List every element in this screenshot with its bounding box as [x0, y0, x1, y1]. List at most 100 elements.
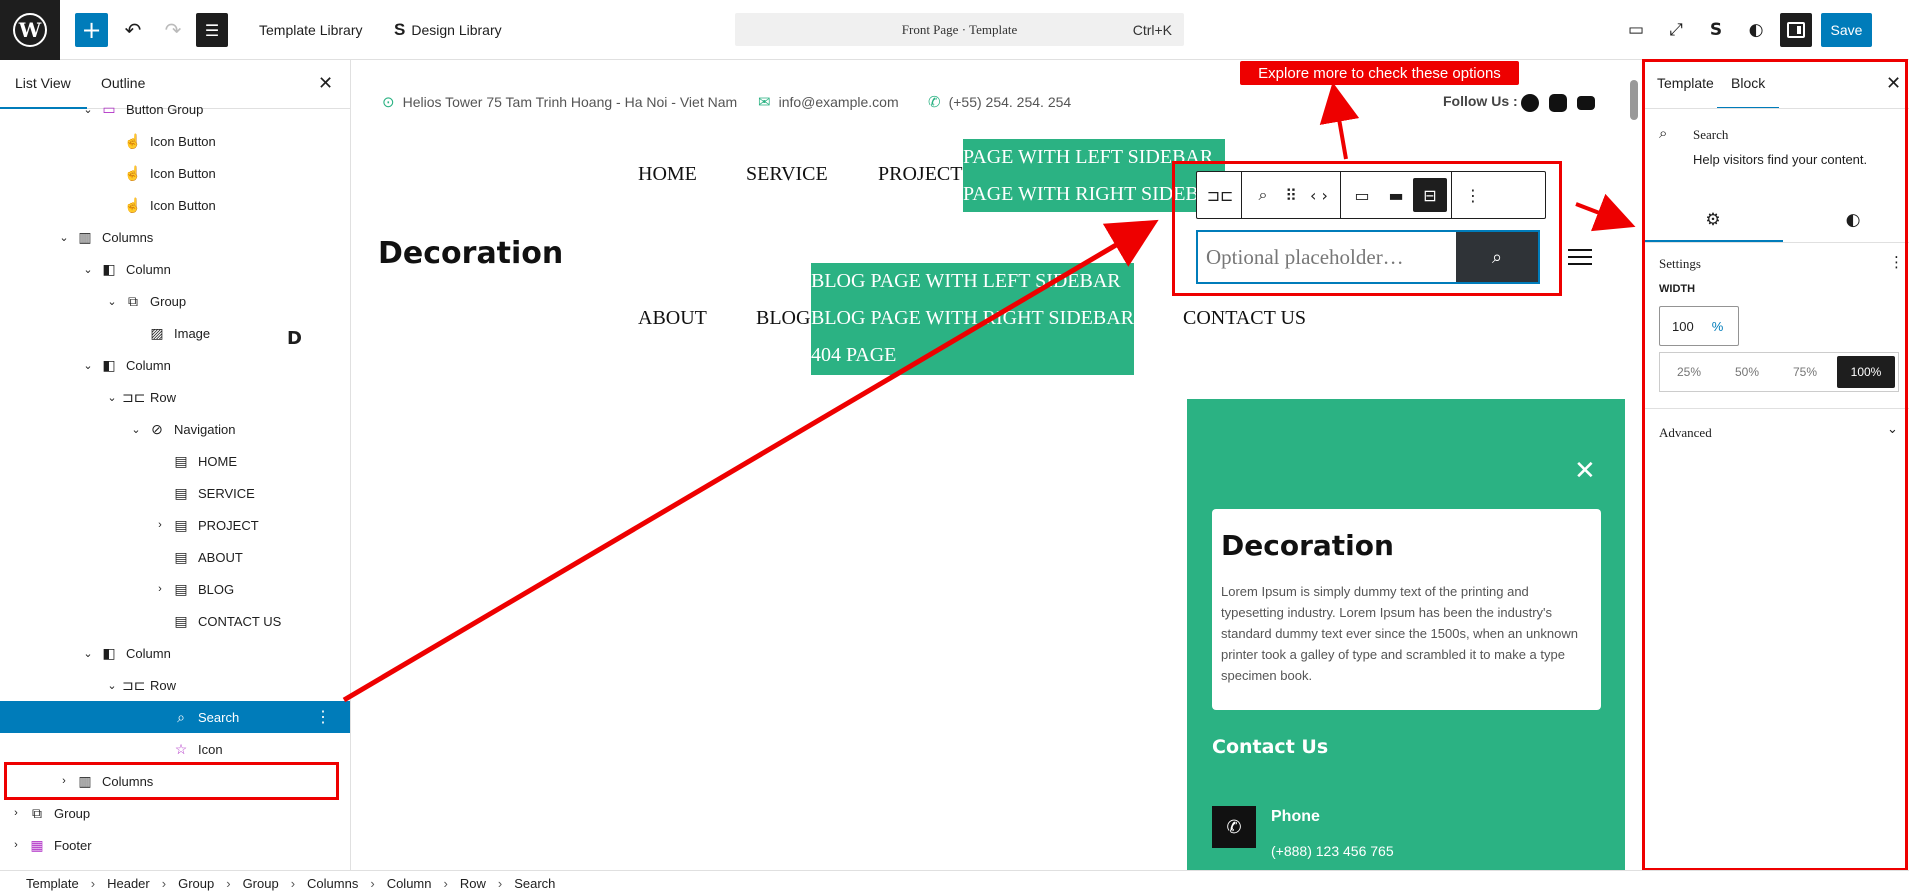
list-item[interactable]: › ⧉ Group: [0, 797, 350, 829]
list-item[interactable]: ⌄ ⧉ Group: [0, 285, 350, 317]
list-item[interactable]: ▤ ABOUT: [0, 541, 350, 573]
nav-about[interactable]: ABOUT: [638, 307, 707, 330]
close-icon[interactable]: ✕: [318, 73, 333, 94]
more-vertical-icon[interactable]: ⋮: [1889, 253, 1904, 271]
chevron-icon[interactable]: ⌄: [102, 391, 122, 404]
chevron-icon[interactable]: ⌄: [78, 263, 98, 276]
chevron-icon[interactable]: ⌄: [126, 423, 146, 436]
open-full-screen-button[interactable]: ⤢: [1662, 15, 1690, 45]
document-overview-button[interactable]: ☰: [196, 13, 228, 47]
breadcrumb-item[interactable]: Header: [107, 876, 150, 891]
block-icon: ☆: [174, 740, 188, 757]
list-item[interactable]: ☝ Icon Button: [0, 189, 350, 221]
submenu-item[interactable]: BLOG PAGE WITH RIGHT SIDEBAR: [811, 300, 1134, 337]
width-input[interactable]: 100 %: [1659, 306, 1739, 346]
breadcrumb-item[interactable]: Group: [178, 876, 214, 891]
preset-25-button[interactable]: 25%: [1660, 353, 1718, 391]
list-item[interactable]: ☝ Icon Button: [0, 125, 350, 157]
list-item[interactable]: ☆ Icon: [0, 733, 350, 765]
chevron-icon[interactable]: ›: [6, 807, 26, 819]
tab-styles[interactable]: ◐: [1783, 198, 1909, 242]
chevron-down-icon[interactable]: ⌄: [1887, 422, 1898, 437]
list-item[interactable]: ⌄ ▥ Columns: [0, 221, 350, 253]
block-icon: ⊐⊏: [122, 676, 146, 693]
list-item[interactable]: › ▤ PROJECT: [0, 509, 350, 541]
preset-75-button[interactable]: 75%: [1776, 353, 1834, 391]
tab-outline[interactable]: Outline: [101, 75, 145, 91]
nav-home[interactable]: HOME: [638, 163, 697, 186]
scrollbar-thumb[interactable]: [1630, 80, 1638, 120]
tab-template[interactable]: Template: [1657, 75, 1714, 91]
list-item[interactable]: ⌄ ◧ Column: [0, 253, 350, 285]
list-item[interactable]: ⌄ ⊐⊏ Row: [0, 669, 350, 701]
more-vertical-icon[interactable]: ⋮: [315, 707, 331, 727]
template-library-button[interactable]: Template Library: [259, 13, 363, 47]
email-info[interactable]: ✉ info@example.com: [758, 93, 899, 111]
list-item[interactable]: ⌄ ◧ Column: [0, 637, 350, 669]
facebook-icon[interactable]: [1521, 94, 1539, 112]
nav-contact[interactable]: CONTACT US: [1183, 307, 1306, 330]
list-item[interactable]: ▤ SERVICE: [0, 477, 350, 509]
submenu-item[interactable]: BLOG PAGE WITH LEFT SIDEBAR: [811, 263, 1134, 300]
breadcrumb-item[interactable]: Row: [460, 876, 486, 891]
styles-button[interactable]: ◐: [1742, 15, 1770, 45]
preset-50-button[interactable]: 50%: [1718, 353, 1776, 391]
nav-blog[interactable]: BLOG: [756, 307, 810, 330]
phone-icon: ✆: [928, 94, 941, 111]
list-item[interactable]: ⌄ ⊐⊏ Row: [0, 381, 350, 413]
list-item[interactable]: ▤ HOME: [0, 445, 350, 477]
phone-info[interactable]: ✆ (+55) 254. 254. 254: [928, 93, 1071, 111]
canvas-scrollbar[interactable]: [1628, 60, 1640, 870]
tab-settings[interactable]: ⚙: [1643, 198, 1783, 242]
list-item[interactable]: ⌕ Search ⋮: [0, 701, 350, 733]
design-library-button[interactable]: S Design Library: [394, 13, 502, 47]
breadcrumb-item[interactable]: Columns: [307, 876, 358, 891]
tab-block[interactable]: Block: [1716, 75, 1780, 109]
list-item[interactable]: › ▦ Footer: [0, 829, 350, 861]
undo-button[interactable]: ↶: [118, 13, 148, 47]
chevron-icon[interactable]: ⌄: [102, 295, 122, 308]
settings-toggle-button[interactable]: [1780, 13, 1812, 47]
menu-icon[interactable]: [1568, 249, 1592, 265]
instagram-icon[interactable]: [1549, 94, 1567, 112]
settings-heading: Settings: [1659, 256, 1701, 271]
nav-project[interactable]: PROJECT: [878, 163, 962, 186]
submenu-item[interactable]: 404 PAGE: [811, 337, 1134, 374]
undo-icon: ↶: [124, 18, 142, 42]
chevron-icon[interactable]: ⌄: [78, 647, 98, 660]
chevron-icon[interactable]: ›: [150, 519, 170, 531]
breadcrumb-item[interactable]: Column: [387, 876, 432, 891]
chevron-icon[interactable]: ›: [150, 583, 170, 595]
nav-service[interactable]: SERVICE: [746, 163, 828, 186]
chevron-icon[interactable]: ⌄: [78, 103, 98, 116]
close-icon[interactable]: ✕: [1574, 456, 1596, 486]
chevron-icon[interactable]: ⌄: [78, 359, 98, 372]
view-button[interactable]: ▭: [1622, 15, 1650, 45]
list-item[interactable]: ▤ CONTACT US: [0, 605, 350, 637]
list-item[interactable]: › ▤ BLOG: [0, 573, 350, 605]
preset-100-button[interactable]: 100%: [1837, 356, 1895, 388]
unit-select[interactable]: %: [1712, 319, 1724, 334]
close-icon[interactable]: ✕: [1886, 73, 1901, 94]
site-title[interactable]: Decoration: [378, 236, 563, 271]
advanced-toggle[interactable]: Advanced: [1659, 425, 1712, 441]
chevron-icon[interactable]: ⌄: [54, 231, 74, 244]
tab-list-view[interactable]: List View: [0, 75, 87, 109]
wordpress-logo-button[interactable]: W: [0, 0, 60, 60]
command-center[interactable]: Front Page · Template Ctrl+K: [735, 13, 1184, 46]
save-button[interactable]: Save: [1821, 13, 1872, 47]
youtube-icon[interactable]: [1577, 96, 1595, 110]
redo-button[interactable]: ↷: [158, 13, 188, 47]
redo-icon: ↷: [164, 18, 182, 42]
list-item[interactable]: ⌄ ◧ Column: [0, 349, 350, 381]
breadcrumb-item[interactable]: Template: [26, 876, 79, 891]
list-item[interactable]: ⌄ ▭ Button Group: [0, 93, 350, 125]
chevron-icon[interactable]: ›: [6, 839, 26, 851]
chevron-icon[interactable]: ⌄: [102, 679, 122, 692]
add-block-button[interactable]: +: [75, 13, 108, 47]
plugin-button[interactable]: S: [1702, 15, 1730, 45]
breadcrumb-item[interactable]: Group: [243, 876, 279, 891]
list-item[interactable]: ☝ Icon Button: [0, 157, 350, 189]
breadcrumb-item[interactable]: Search: [514, 876, 555, 891]
list-item[interactable]: ⌄ ⊘ Navigation: [0, 413, 350, 445]
